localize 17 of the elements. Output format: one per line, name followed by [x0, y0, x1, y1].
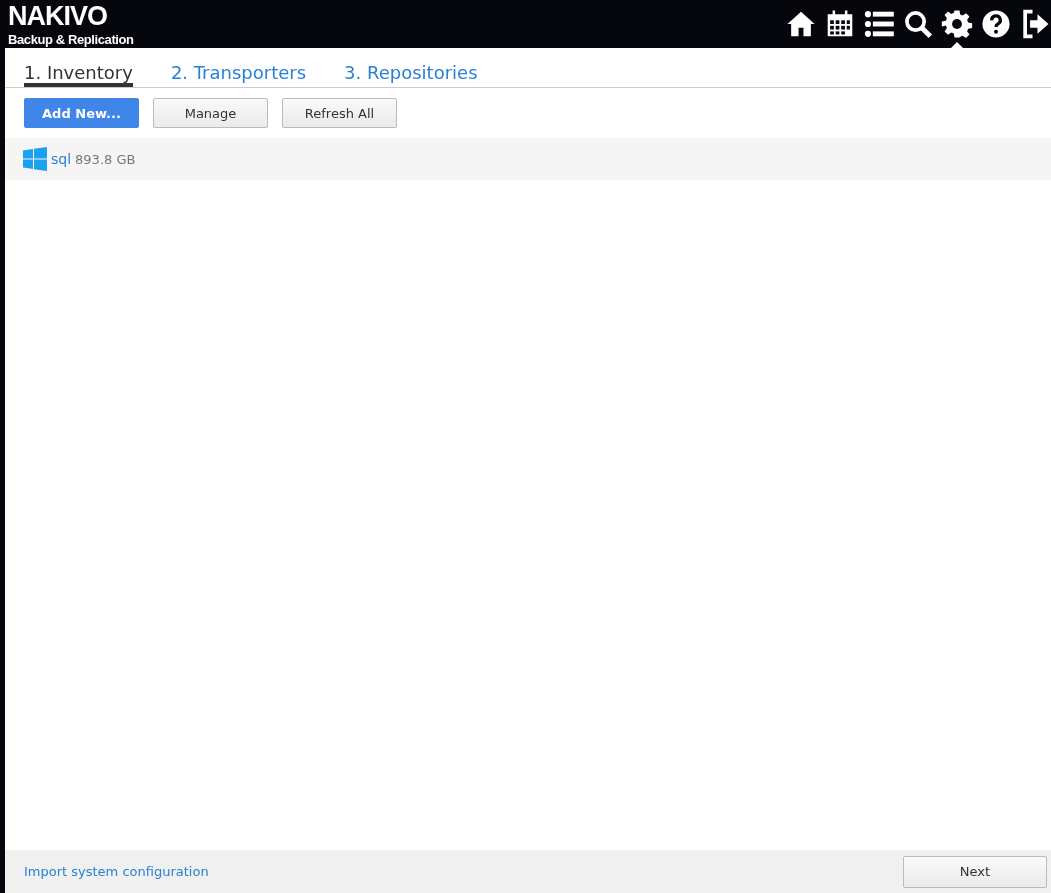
toolbar-button[interactable]: Manage: [153, 98, 268, 128]
import-configuration-link[interactable]: Import system configuration: [24, 864, 209, 879]
help-icon[interactable]: [980, 8, 1012, 40]
list-icon[interactable]: [863, 8, 895, 40]
inventory-row[interactable]: sql 893.8 GB: [5, 138, 1051, 180]
nakivo-logo: NAKIVO Backup & Replication: [8, 1, 134, 47]
tab[interactable]: 1. Inventory: [24, 62, 133, 87]
tab[interactable]: 2. Transporters: [170, 62, 307, 87]
windows-icon: [23, 147, 47, 171]
next-button[interactable]: Next: [903, 855, 1047, 888]
settings-icon[interactable]: [941, 8, 973, 40]
item-name: sql: [51, 151, 72, 167]
search-icon[interactable]: [902, 8, 934, 40]
add-new-button[interactable]: Add New...: [24, 98, 139, 128]
tab[interactable]: 3. Repositories: [344, 62, 478, 87]
item-size: 893.8 GB: [75, 151, 136, 167]
toolbar-button[interactable]: Refresh All: [282, 98, 397, 128]
